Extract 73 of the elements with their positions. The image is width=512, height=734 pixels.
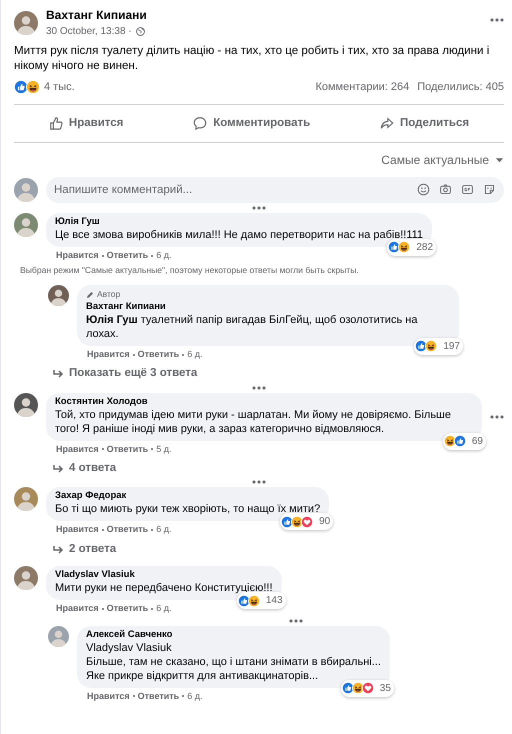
sort-dropdown[interactable]: Самые актуальные bbox=[381, 150, 504, 169]
comment-action-link[interactable]: Ответить bbox=[106, 523, 148, 537]
avatar-icon bbox=[14, 487, 38, 512]
pencil-icon bbox=[86, 290, 94, 299]
reply-arrow-icon bbox=[52, 369, 64, 380]
comment-action-link[interactable]: Нравится bbox=[56, 442, 99, 456]
more-icon[interactable] bbox=[490, 414, 504, 419]
post-text: Миття рук після туалету ділить націю - на тих, хто це робить і тих, хто за права людини і нікому нічого не винен. bbox=[14, 43, 490, 73]
comment-time[interactable]: 6 д. bbox=[156, 248, 172, 262]
reply-arrow-icon bbox=[52, 544, 64, 555]
avatar-icon bbox=[14, 392, 38, 417]
reaction-summary: 69 bbox=[442, 432, 486, 450]
commenter-name[interactable]: Захар Федорак bbox=[55, 490, 320, 502]
comment-time[interactable]: 6 д. bbox=[156, 523, 172, 537]
shares-count[interactable]: Поделились: 405 bbox=[417, 79, 504, 96]
comment-action-link[interactable]: Нравится bbox=[56, 248, 99, 262]
comment-action-link[interactable]: Нравится bbox=[87, 690, 130, 704]
avatar-icon bbox=[14, 566, 38, 590]
comment-action-link[interactable]: Ответить bbox=[106, 442, 148, 456]
comment-action-link[interactable]: Ответить bbox=[106, 602, 148, 616]
comment-time[interactable]: 6 д. bbox=[187, 690, 202, 704]
avatar-icon bbox=[14, 212, 38, 237]
reaction-summary: 143 bbox=[236, 592, 286, 610]
reply-arrow-icon bbox=[52, 464, 64, 474]
commenter-name[interactable]: Юлія Гуш bbox=[55, 216, 424, 228]
share-arrow-icon bbox=[380, 116, 394, 130]
speech-bubble-icon bbox=[193, 116, 208, 130]
show-replies-link[interactable]: Показать ещё 3 ответа bbox=[52, 365, 198, 383]
more-icon[interactable] bbox=[252, 386, 266, 390]
author-name[interactable]: Вахтанг Кипиани bbox=[46, 6, 482, 24]
comment-action-link[interactable]: Ответить bbox=[138, 690, 180, 704]
comment-action-link[interactable]: Нравится bbox=[56, 602, 99, 616]
commenter-name[interactable]: Вахтанг Кипиани bbox=[86, 300, 450, 313]
comment-time[interactable]: 5 д. bbox=[156, 442, 172, 456]
share-button[interactable]: Поделиться bbox=[380, 108, 470, 138]
camera-icon[interactable] bbox=[439, 182, 452, 196]
comment-button[interactable]: Комментировать bbox=[193, 108, 310, 138]
hidden-replies-notice: Выбран режим "Самые актуальные", поэтому некоторые ответы могли быть скрыты. bbox=[20, 264, 360, 278]
comment-action-link[interactable]: Нравится bbox=[87, 348, 130, 362]
reaction-summary: 35 bbox=[340, 680, 394, 697]
avatar-icon bbox=[14, 10, 38, 34]
commenter-name[interactable]: Алексей Савченко bbox=[86, 628, 381, 641]
comment-action-link[interactable]: Нравится bbox=[56, 523, 99, 537]
comment-time[interactable]: 6 д. bbox=[156, 602, 172, 616]
more-icon[interactable] bbox=[252, 206, 266, 210]
sticker-icon[interactable] bbox=[483, 182, 496, 196]
avatar-icon bbox=[14, 178, 38, 202]
more-icon[interactable] bbox=[252, 480, 266, 484]
emoji-icon[interactable] bbox=[417, 182, 430, 196]
reaction-count[interactable]: 4 тыс. bbox=[44, 79, 75, 96]
author-label: Автор bbox=[97, 288, 120, 301]
show-replies-link[interactable]: 2 ответа bbox=[52, 540, 116, 558]
reaction-summary: 90 bbox=[280, 513, 334, 530]
commenter-name[interactable]: Костянтин Холодов bbox=[55, 396, 473, 408]
gif-icon[interactable] bbox=[461, 182, 474, 196]
avatar-icon bbox=[48, 626, 69, 647]
avatar-icon bbox=[48, 285, 69, 306]
comment-action-link[interactable]: Ответить bbox=[138, 348, 180, 362]
more-icon[interactable] bbox=[289, 618, 303, 623]
globe-icon bbox=[136, 27, 145, 36]
reaction-summary: 282 bbox=[387, 238, 436, 256]
comment-time[interactable]: 6 д. bbox=[187, 348, 202, 362]
thumbs-up-icon bbox=[48, 116, 63, 130]
comments-count[interactable]: Комментарии: 264 bbox=[315, 79, 410, 96]
reaction-summary: 197 bbox=[414, 338, 463, 355]
caret-icon bbox=[495, 156, 504, 163]
more-icon[interactable] bbox=[490, 18, 504, 22]
comment-field[interactable]: Напишите комментарий... bbox=[46, 176, 504, 203]
comment-action-link[interactable]: Ответить bbox=[106, 248, 148, 262]
post-time[interactable]: 30 October, 13:38 · bbox=[46, 24, 132, 39]
show-replies-link[interactable]: 4 ответа bbox=[52, 460, 116, 478]
commenter-name[interactable]: Vladyslav Vlasiuk bbox=[55, 569, 273, 582]
like-button[interactable]: Нравится bbox=[48, 108, 124, 138]
